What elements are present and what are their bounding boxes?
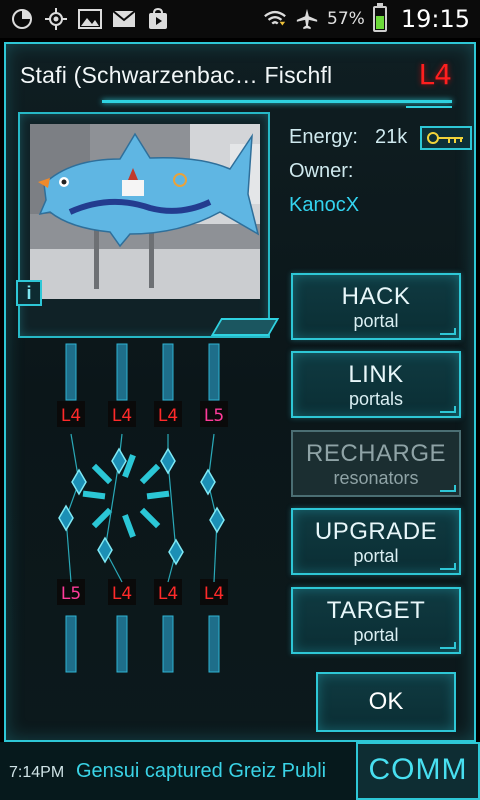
- title-divider-short: [406, 106, 452, 108]
- upgrade-label: UPGRADE: [314, 518, 438, 545]
- gps-icon: [44, 7, 68, 31]
- target-sublabel: portal: [353, 625, 399, 645]
- status-bar: 57% 19:15: [0, 0, 480, 38]
- bottom-energy-bar-1: [65, 615, 77, 673]
- top-resonator-level-2[interactable]: L4: [112, 406, 132, 426]
- status-right: 57% 19:15: [263, 3, 470, 33]
- airplane-icon: [295, 7, 319, 31]
- hack-sublabel: portal: [353, 311, 399, 331]
- recharge-sublabel: resonators: [333, 468, 419, 488]
- resonator-slot-1[interactable]: [111, 447, 127, 475]
- owner-name[interactable]: KanocX: [289, 194, 359, 217]
- play-store-icon: [146, 7, 170, 31]
- top-energy-bar-2: [116, 343, 128, 401]
- pie-chart-icon: [10, 7, 34, 31]
- comm-bar: 7:14PM Gensui captured Greiz Publi COMM: [0, 742, 480, 800]
- bottom-energy-bar-2: [116, 615, 128, 673]
- key-icon: [427, 132, 463, 144]
- battery-icon: [372, 3, 387, 32]
- link-sublabel: portals: [348, 389, 404, 409]
- gmail-icon: [112, 7, 136, 31]
- upgrade-portal-button[interactable]: UPGRADE portal: [291, 508, 461, 575]
- top-resonator-level-1[interactable]: L4: [61, 406, 81, 426]
- bottom-energy-bar-3: [162, 615, 174, 673]
- resonator-slot-5[interactable]: [58, 504, 74, 532]
- top-resonator-level-4[interactable]: L5: [204, 406, 224, 426]
- ok-button[interactable]: OK: [316, 672, 456, 732]
- energy-value: 21k: [375, 126, 408, 148]
- resonator-slot-2[interactable]: [160, 447, 176, 475]
- bottom-resonator-level-3[interactable]: L4: [158, 584, 178, 604]
- clock: 19:15: [400, 5, 470, 33]
- top-energy-bar-3: [162, 343, 174, 401]
- target-label: TARGET: [326, 597, 426, 624]
- resonator-slot-6[interactable]: [209, 506, 225, 534]
- wifi-icon: [263, 7, 287, 31]
- owner-label: Owner:: [289, 160, 354, 182]
- portal-center-icon: [82, 454, 170, 538]
- energy-label: Energy:: [289, 126, 358, 148]
- resonator-link-11: [104, 460, 120, 551]
- top-energy-bar-4: [208, 343, 220, 401]
- recharge-resonators-button[interactable]: RECHARGE resonators: [291, 430, 461, 497]
- bottom-energy-bar-4: [208, 615, 220, 673]
- upgrade-sublabel: portal: [353, 546, 399, 566]
- top-energy-bar-1: [65, 343, 77, 401]
- resonator-slot-8[interactable]: [168, 538, 184, 566]
- recharge-label: RECHARGE: [305, 440, 447, 467]
- hack-label: HACK: [341, 283, 411, 310]
- resonator-slot-3[interactable]: [71, 468, 87, 496]
- bottom-resonator-level-4[interactable]: L4: [204, 584, 224, 604]
- comm-message[interactable]: Gensui captured Greiz Publi: [76, 760, 356, 783]
- gallery-icon: [78, 7, 102, 31]
- resonator-slot-4[interactable]: [200, 468, 216, 496]
- link-label: LINK: [348, 361, 404, 388]
- link-portals-button[interactable]: LINK portals: [291, 351, 461, 418]
- top-resonator-level-3[interactable]: L4: [158, 406, 178, 426]
- comm-button[interactable]: COMM: [356, 742, 480, 800]
- battery-percent: 57%: [327, 9, 365, 29]
- resonator-link-12: [167, 460, 177, 553]
- target-portal-button[interactable]: TARGET portal: [291, 587, 461, 654]
- comm-timestamp: 7:14PM: [9, 764, 65, 781]
- bottom-resonator-level-1[interactable]: L5: [61, 584, 81, 604]
- bottom-resonator-level-2[interactable]: L4: [112, 584, 132, 604]
- resonator-diagram: L4 L4 L4 L5 L5 L4 L4 L4: [57, 343, 228, 673]
- key-button[interactable]: [420, 126, 472, 150]
- portal-level-badge: L4: [418, 58, 452, 91]
- notification-icons: [10, 7, 170, 31]
- hack-portal-button[interactable]: HACK portal: [291, 273, 461, 340]
